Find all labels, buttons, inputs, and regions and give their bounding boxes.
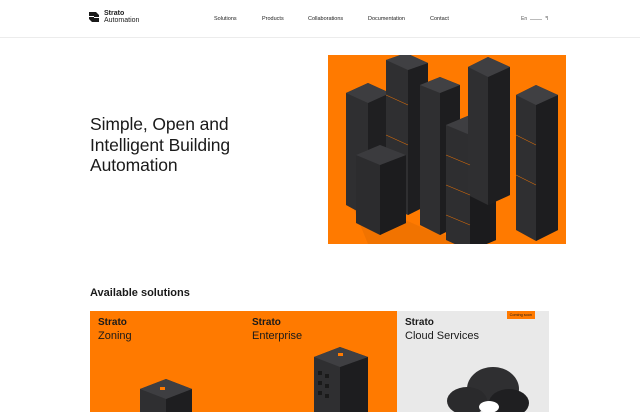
card-name: Zoning bbox=[98, 330, 132, 342]
language-divider bbox=[530, 18, 543, 20]
nav-solutions[interactable]: Solutions bbox=[214, 16, 237, 22]
language-current[interactable]: En bbox=[521, 16, 527, 22]
brand-line1: Strato bbox=[104, 10, 125, 17]
nav-documentation[interactable]: Documentation bbox=[368, 16, 405, 22]
language-other[interactable]: ꟻ bbox=[545, 16, 548, 22]
strato-logo-icon bbox=[88, 11, 100, 23]
card-name: Enterprise bbox=[252, 330, 303, 342]
hero-title: Simple, Open and Intelligent Building Au… bbox=[90, 114, 231, 175]
brand-line2: Automation bbox=[104, 17, 140, 24]
nav-collaborations[interactable]: Collaborations bbox=[308, 16, 343, 22]
card-brand: Strato bbox=[405, 317, 434, 328]
brand-logo[interactable]: Strato Automation bbox=[88, 10, 139, 24]
solution-card-enterprise[interactable]: Strato Enterprise bbox=[244, 311, 397, 412]
language-switcher[interactable]: En ꟻ bbox=[521, 16, 548, 22]
card-brand: Strato bbox=[252, 317, 281, 328]
card-name: Cloud Services bbox=[405, 330, 479, 342]
coming-soon-badge: Coming soon bbox=[506, 311, 535, 319]
hero-illustration bbox=[328, 55, 566, 244]
card-brand: Strato bbox=[98, 317, 127, 328]
solution-card-zoning[interactable]: Strato Zoning bbox=[90, 311, 244, 412]
brand-name: Strato Automation bbox=[104, 10, 139, 24]
solutions-heading: Available solutions bbox=[90, 287, 190, 299]
site-header: Strato Automation Solutions Products Col… bbox=[0, 0, 640, 38]
nav-contact[interactable]: Contact bbox=[430, 16, 449, 22]
isometric-buildings-illustration bbox=[346, 55, 558, 244]
nav-products[interactable]: Products bbox=[262, 16, 284, 22]
solution-card-cloud-services[interactable]: Coming soon Strato Cloud Services bbox=[397, 311, 549, 412]
